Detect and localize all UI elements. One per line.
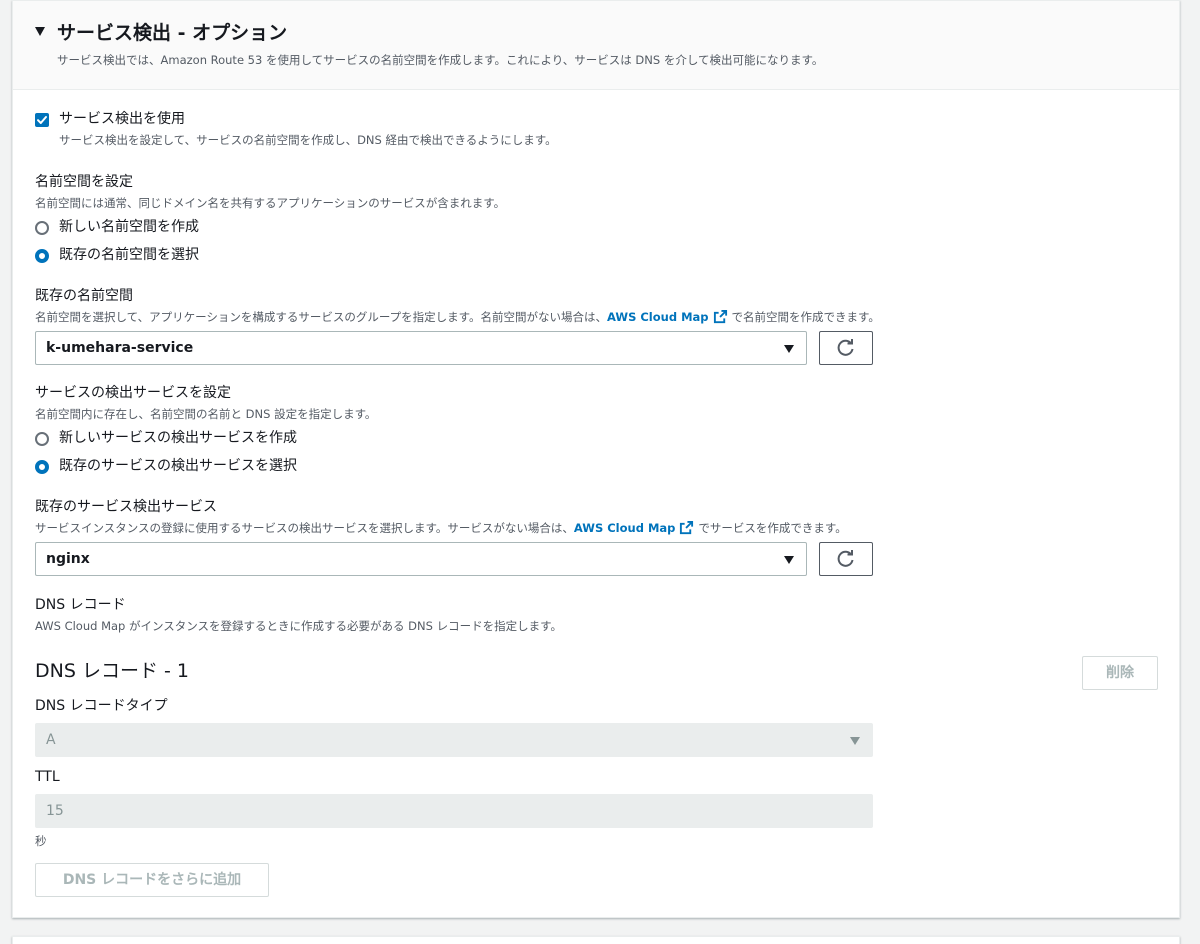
refresh-namespace-button[interactable] [819,331,873,365]
existing-namespace-label: 既存の名前空間 [35,288,133,304]
discovery-service-config-label: サービスの検出サービスを設定 [35,385,231,401]
dns-record-type-label: DNS レコードタイプ [35,698,168,714]
namespace-config-label: 名前空間を設定 [35,174,133,190]
panel-title: サービス検出 - オプション [57,22,288,44]
ttl-unit: 秒 [35,834,47,848]
existing-discovery-service-label: 既存のサービス検出サービス [35,499,217,515]
ttl-input[interactable]: 15 [35,794,873,828]
dns-record-type-select[interactable]: A [35,723,873,757]
radio-existing-discovery-service[interactable] [35,460,49,474]
radio-new-namespace[interactable] [35,221,49,235]
dns-record-title: DNS レコード - 1 [35,660,189,682]
namespace-select[interactable]: k-umehara-service [35,331,807,365]
radio-existing-namespace-label[interactable]: 既存の名前空間を選択 [59,245,199,265]
existing-discovery-service-description-prefix: サービスインスタンスの登録に使用するサービスの検出サービスを選択します。サービス… [35,521,574,535]
panel-header[interactable]: サービス検出 - オプション サービス検出では、Amazon Route 53 … [13,1,1179,90]
ttl-label: TTL [35,769,60,785]
radio-new-discovery-service[interactable] [35,432,49,446]
panel-description: サービス検出では、Amazon Route 53 を使用してサービスの名前空間を… [57,53,824,67]
next-panel-edge [12,936,1180,944]
caret-down-icon [784,345,794,353]
add-dns-record-button[interactable]: DNS レコードをさらに追加 [35,863,269,897]
caret-down-icon[interactable] [35,27,45,36]
refresh-discovery-service-button[interactable] [819,542,873,576]
ttl-input-value: 15 [46,803,64,819]
existing-discovery-service-description: サービスインスタンスの登録に使用するサービスの検出サービスを選択します。サービス… [35,520,847,536]
existing-namespace-description: 名前空間を選択して、アプリケーションを構成するサービスのグループを指定します。名… [35,309,880,325]
refresh-icon [837,550,854,567]
radio-existing-discovery-service-label[interactable]: 既存のサービスの検出サービスを選択 [59,456,297,476]
aws-cloud-map-link[interactable]: AWS Cloud Map [574,521,676,535]
namespace-config-description: 名前空間には通常、同じドメイン名を共有するアプリケーションのサービスが含まれます… [35,196,506,210]
existing-discovery-service-description-suffix: でサービスを作成できます。 [698,521,847,535]
aws-cloud-map-link[interactable]: AWS Cloud Map [607,310,709,324]
checkmark-icon [37,116,47,124]
discovery-service-select[interactable]: nginx [35,542,807,576]
dns-records-label: DNS レコード [35,597,126,613]
refresh-icon [837,339,854,356]
radio-new-discovery-service-label[interactable]: 新しいサービスの検出サービスを作成 [59,428,297,448]
dns-record-type-value: A [46,732,56,748]
external-link-icon[interactable] [679,520,694,535]
caret-down-icon [850,737,860,745]
dns-records-description: AWS Cloud Map がインスタンスを登録するときに作成する必要がある D… [35,619,562,633]
radio-new-namespace-label[interactable]: 新しい名前空間を作成 [59,217,199,237]
discovery-service-config-description: 名前空間内に存在し、名前空間の名前と DNS 設定を指定します。 [35,407,377,421]
use-service-discovery-checkbox[interactable] [35,113,49,127]
discovery-service-select-value: nginx [46,551,90,567]
use-service-discovery-label[interactable]: サービス検出を使用 [59,109,185,129]
caret-down-icon [784,556,794,564]
namespace-select-value: k-umehara-service [46,340,194,356]
external-link-icon[interactable] [713,309,728,324]
existing-namespace-description-prefix: 名前空間を選択して、アプリケーションを構成するサービスのグループを指定します。名… [35,310,608,324]
service-discovery-panel: サービス検出 - オプション サービス検出では、Amazon Route 53 … [12,0,1180,918]
use-service-discovery-description: サービス検出を設定して、サービスの名前空間を作成し、DNS 経由で検出できるよう… [59,133,557,147]
radio-existing-namespace[interactable] [35,249,49,263]
delete-button[interactable]: 削除 [1082,656,1158,690]
existing-namespace-description-suffix: で名前空間を作成できます。 [731,310,880,324]
